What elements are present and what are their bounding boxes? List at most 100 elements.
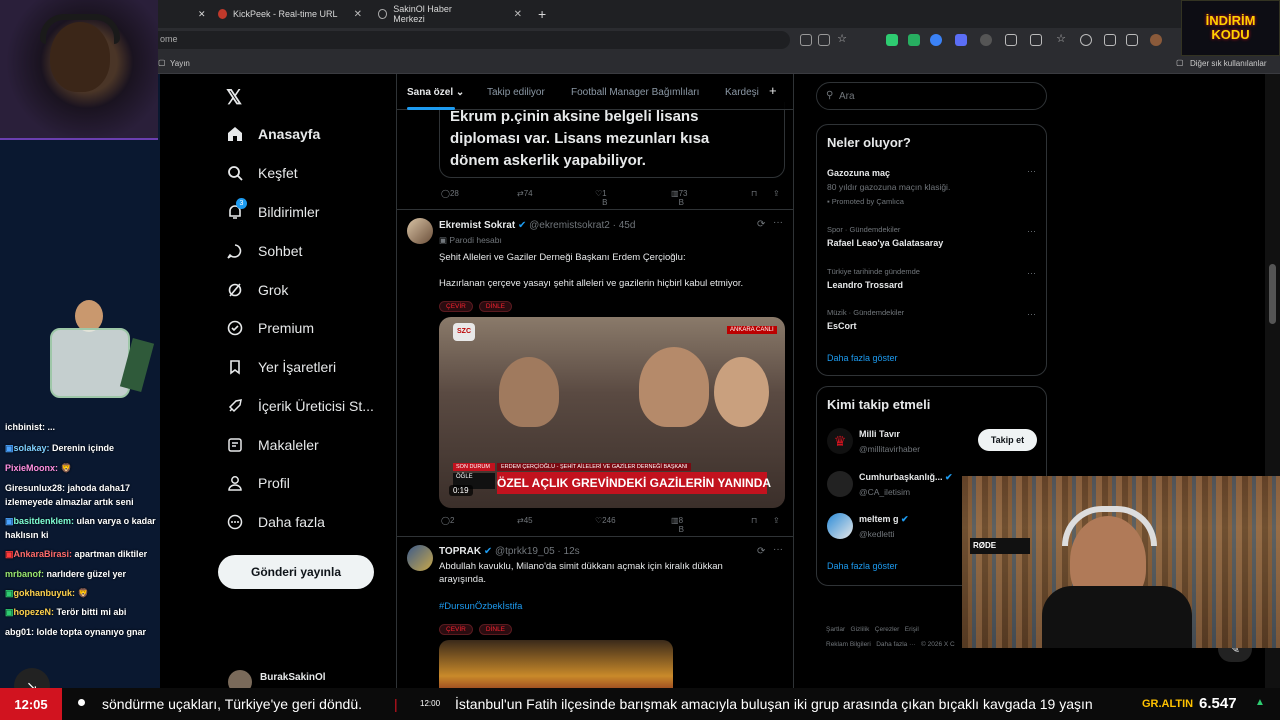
- author-name[interactable]: TOPRAK: [439, 546, 481, 557]
- close-icon[interactable]: ✕: [514, 9, 522, 20]
- share-icon[interactable]: ⇪: [773, 189, 780, 198]
- more-options-icon[interactable]: ···: [1027, 166, 1036, 176]
- more-options-icon[interactable]: ···: [773, 544, 783, 555]
- avatar[interactable]: [827, 471, 853, 497]
- more-options-icon[interactable]: ···: [773, 217, 783, 228]
- extension-puzzle-icon[interactable]: [908, 34, 920, 46]
- profile-avatar-icon[interactable]: [1150, 34, 1162, 46]
- trend-category: Müzik · Gündemdekiler: [827, 308, 905, 317]
- post-button[interactable]: Gönderi yayınla: [218, 555, 374, 589]
- views-button[interactable]: ▥ 73 B: [671, 189, 687, 207]
- nav-more[interactable]: Daha fazla: [226, 513, 325, 531]
- suggestion-name[interactable]: Milli Tavır: [859, 429, 900, 439]
- account-name[interactable]: BurakSakinOl: [260, 672, 326, 683]
- extension-blue-icon[interactable]: [930, 34, 942, 46]
- author-handle[interactable]: @ekremistsokrat2 · 45d: [529, 220, 635, 231]
- nav-profile[interactable]: Profil: [226, 474, 290, 492]
- listen-tag[interactable]: DİNLE: [478, 301, 513, 312]
- trend-name[interactable]: Rafael Leao'ya Galatasaray: [827, 238, 943, 248]
- translate-tag[interactable]: ÇEVİR: [439, 301, 473, 312]
- nav-premium[interactable]: Premium: [226, 319, 314, 337]
- bookmark-icon[interactable]: ⊓: [751, 189, 757, 198]
- grok-icon[interactable]: ⟳: [757, 546, 765, 557]
- nav-articles[interactable]: Makaleler: [226, 436, 319, 454]
- chat-message: ▣gokhanbuyuk: 🦁: [5, 588, 89, 598]
- retweet-button[interactable]: ⇄ 74: [517, 189, 533, 198]
- like-button[interactable]: ♡ 1 B: [595, 189, 608, 207]
- listen-tag[interactable]: DİNLE: [478, 624, 513, 635]
- tab-football-manager[interactable]: Football Manager Bağımlıları: [571, 87, 699, 98]
- author-handle[interactable]: @tprkk19_05 · 12s: [495, 546, 580, 557]
- author-name[interactable]: Ekremist Sokrat: [439, 220, 515, 231]
- footer-links[interactable]: Şartlar Gizlilik Çerezler Erişil: [826, 626, 919, 633]
- suggestion-name-row[interactable]: meltem g ✔: [859, 514, 909, 525]
- scrollbar-thumb[interactable]: [1269, 264, 1276, 324]
- trend-name[interactable]: EsCort: [827, 321, 857, 331]
- nav-home[interactable]: Anasayfa: [226, 125, 320, 143]
- search-input[interactable]: ⚲ Ara: [816, 82, 1047, 110]
- browser-tab-sakinol[interactable]: SakinOl Haber Merkezi ✕: [370, 3, 530, 25]
- close-icon[interactable]: ✕: [198, 9, 206, 20]
- bookmark-yayin[interactable]: Yayın: [170, 59, 190, 68]
- x-logo-icon[interactable]: 𝕏: [226, 85, 242, 110]
- reply-button[interactable]: ◯ 28: [441, 189, 459, 198]
- extensions-icon[interactable]: [1005, 34, 1017, 46]
- grid-icon[interactable]: [800, 34, 812, 46]
- avatar[interactable]: ♛: [827, 428, 853, 454]
- timeline-tabs: Sana özel ⌄ Takip ediliyor Football Mana…: [397, 74, 793, 110]
- suggestion-name-row[interactable]: Cumhurbaşkanlığ... ✔: [859, 472, 953, 483]
- video-banner: ÖZEL AÇLIK GREVİNDEKİ GAZİLERİN YANINDA: [497, 472, 771, 494]
- nav-chat[interactable]: Sohbet: [226, 242, 302, 260]
- avatar[interactable]: [407, 218, 433, 244]
- reader-icon[interactable]: [818, 34, 830, 46]
- show-more-link[interactable]: Daha fazla göster: [827, 353, 898, 363]
- avatar[interactable]: [827, 513, 853, 539]
- more-options-icon[interactable]: ···: [1027, 268, 1036, 278]
- tab-for-you[interactable]: Sana özel ⌄: [407, 87, 464, 98]
- tweet-image[interactable]: [439, 640, 673, 688]
- download-icon[interactable]: [1126, 34, 1138, 46]
- nav-explore[interactable]: Keşfet: [226, 164, 298, 182]
- new-tab-button[interactable]: +: [530, 3, 554, 25]
- extension-green-icon[interactable]: [886, 34, 898, 46]
- bookmark-icon[interactable]: ⊓: [751, 516, 757, 525]
- grok-icon[interactable]: ⟳: [757, 219, 765, 230]
- translate-tag[interactable]: ÇEVİR: [439, 624, 473, 635]
- nav-creator-studio[interactable]: İçerik Üreticisi St...: [226, 397, 374, 415]
- extension-s-icon[interactable]: [980, 34, 992, 46]
- avatar[interactable]: [407, 545, 433, 571]
- more-options-icon[interactable]: ···: [1027, 226, 1036, 236]
- footer-links[interactable]: Reklam Bilgileri Daha fazla ··· © 2026 X…: [826, 641, 955, 648]
- tab-kardesi[interactable]: Kardeşi: [725, 87, 759, 98]
- tweet-video[interactable]: SZC ANKARA CANLI ERDEM ÇERÇİOĞLU - ŞEHİT…: [439, 317, 785, 508]
- share-icon[interactable]: ⇪: [773, 516, 780, 525]
- add-tab-icon[interactable]: +: [769, 83, 777, 98]
- split-view-icon[interactable]: [1030, 34, 1042, 46]
- account-avatar[interactable]: [228, 670, 252, 688]
- other-bookmarks[interactable]: Diğer sık kullanılanlar: [1190, 59, 1266, 68]
- retweet-button[interactable]: ⇄ 45: [517, 516, 533, 525]
- bookmark-folder-icon[interactable]: ▢: [158, 58, 166, 67]
- follow-button[interactable]: Takip et: [978, 429, 1037, 451]
- shield-icon[interactable]: [1104, 34, 1116, 46]
- views-button[interactable]: ▥ 8 B: [671, 516, 684, 534]
- trend-name[interactable]: Leandro Trossard: [827, 280, 903, 290]
- favorites-icon[interactable]: ☆: [1055, 34, 1067, 46]
- promo-name[interactable]: Gazozuna maç: [827, 168, 890, 178]
- hashtag-link[interactable]: #DursunÖzbekİstifa: [439, 600, 522, 613]
- browser-tab-kickpeek[interactable]: KickPeek - Real-time URL Crawler ✕: [210, 3, 370, 25]
- extension-translate-icon[interactable]: [955, 34, 967, 46]
- show-more-link[interactable]: Daha fazla göster: [827, 561, 898, 571]
- more-options-icon[interactable]: ···: [1027, 309, 1036, 319]
- heart-icon[interactable]: [1080, 34, 1092, 46]
- star-icon[interactable]: ☆: [836, 34, 848, 46]
- url-field[interactable]: ome: [150, 31, 790, 49]
- nav-notifications[interactable]: 3 Bildirimler: [226, 198, 319, 221]
- like-button[interactable]: ♡ 246: [595, 516, 616, 525]
- nav-grok[interactable]: Grok: [226, 281, 288, 299]
- close-icon[interactable]: ✕: [354, 9, 362, 20]
- quoted-tweet-card[interactable]: Ekrum p.çinin aksine belgeli lisans dipl…: [439, 102, 785, 178]
- nav-bookmarks[interactable]: Yer İşaretleri: [226, 358, 336, 376]
- reply-button[interactable]: ◯ 2: [441, 516, 454, 525]
- tab-following[interactable]: Takip ediliyor: [487, 87, 545, 98]
